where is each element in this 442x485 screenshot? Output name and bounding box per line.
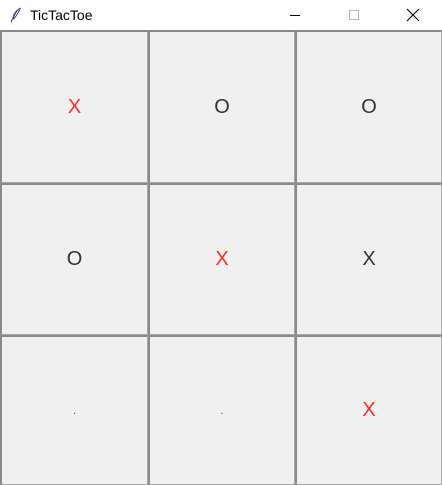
- minimize-button[interactable]: [265, 0, 324, 30]
- maximize-button[interactable]: [324, 0, 383, 30]
- cell-mark: X: [362, 399, 376, 421]
- app-window: TicTacToe X O O O X X . . X: [0, 0, 442, 485]
- board-cell-8[interactable]: X: [295, 335, 442, 485]
- board-cell-2[interactable]: O: [295, 30, 442, 183]
- cell-mark: O: [214, 95, 230, 118]
- board-cell-4[interactable]: X: [148, 183, 295, 335]
- cell-mark: .: [220, 404, 224, 417]
- board-cell-0[interactable]: X: [0, 30, 148, 183]
- window-title: TicTacToe: [30, 7, 93, 23]
- board-cell-5[interactable]: X: [295, 183, 442, 335]
- cell-mark: .: [72, 404, 77, 417]
- board-cell-7[interactable]: .: [148, 335, 295, 485]
- maximize-icon: [348, 9, 360, 21]
- title-bar[interactable]: TicTacToe: [0, 0, 442, 30]
- minimize-icon: [289, 9, 301, 21]
- cell-mark: X: [67, 95, 82, 118]
- board-cell-6[interactable]: .: [0, 335, 148, 485]
- cell-mark: X: [215, 248, 229, 270]
- cell-mark: O: [66, 248, 83, 270]
- board-cell-3[interactable]: O: [0, 183, 148, 335]
- close-icon: [406, 8, 420, 22]
- board-cell-1[interactable]: O: [148, 30, 295, 183]
- feather-icon: [9, 7, 23, 23]
- window-controls: [265, 0, 442, 30]
- cell-mark: X: [362, 248, 376, 270]
- game-board: X O O O X X . . X: [0, 30, 442, 485]
- close-button[interactable]: [383, 0, 442, 30]
- cell-mark: O: [361, 95, 377, 118]
